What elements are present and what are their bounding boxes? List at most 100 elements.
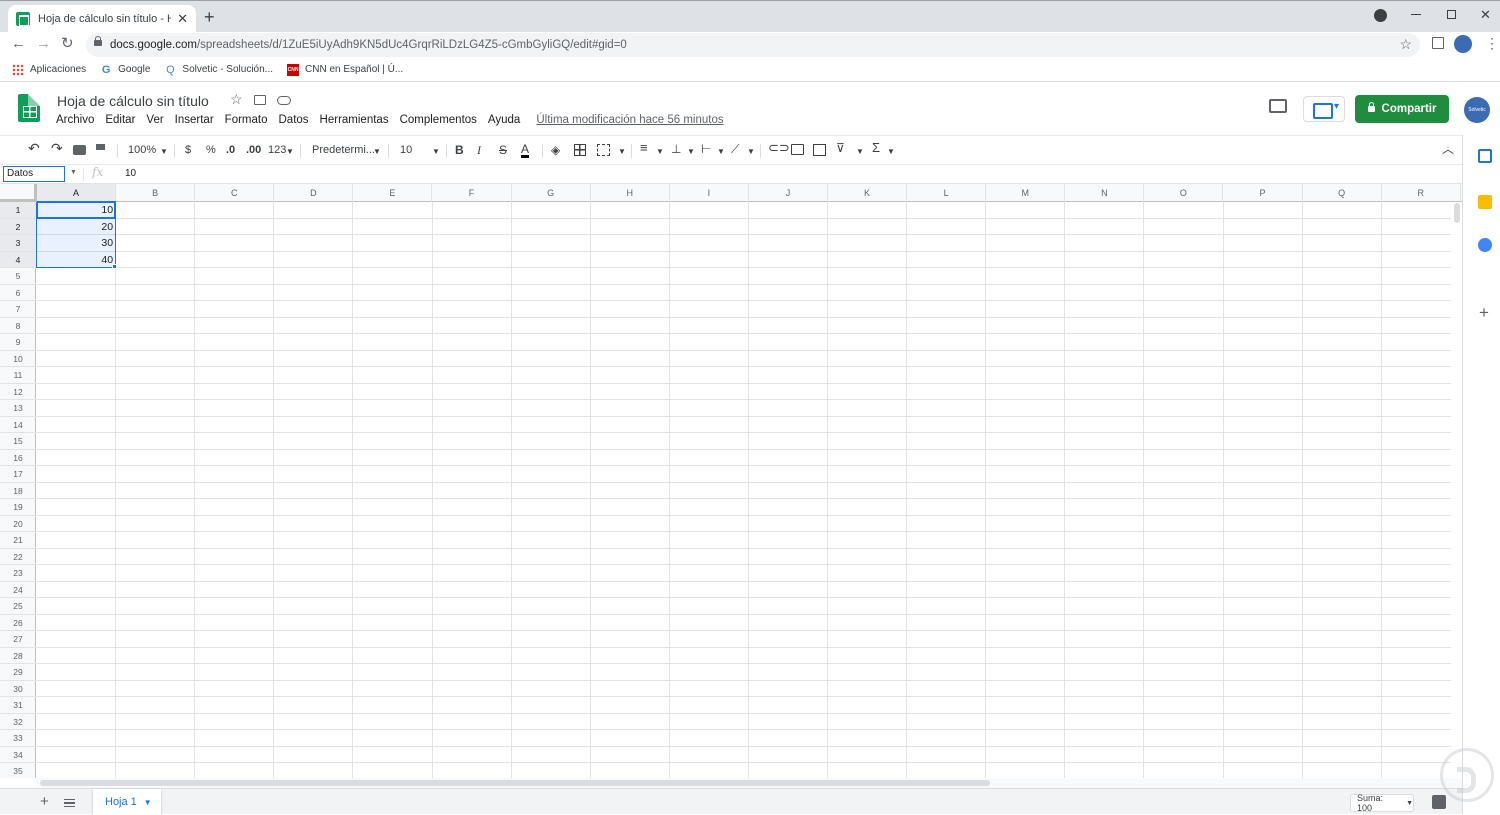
column-header-i[interactable]: I xyxy=(670,184,749,202)
row-header-4[interactable]: 4 xyxy=(0,251,36,268)
column-header-l[interactable]: L xyxy=(907,184,987,202)
row-header-28[interactable]: 28 xyxy=(0,648,36,664)
menu-ayuda[interactable]: Ayuda xyxy=(488,114,520,126)
row-header-33[interactable]: 33 xyxy=(0,730,36,747)
cell-a3[interactable]: 30 xyxy=(37,235,116,252)
strikethrough-button[interactable]: S xyxy=(499,143,507,157)
browser-tab[interactable]: Hoja de cálculo sin título - Hojas ✕ xyxy=(8,5,196,33)
row-header-17[interactable]: 17 xyxy=(0,466,36,483)
star-icon[interactable]: ☆ xyxy=(230,91,243,108)
formula-input[interactable]: 10 xyxy=(125,168,136,179)
tab-close-icon[interactable]: ✕ xyxy=(177,11,188,27)
menu-ver[interactable]: Ver xyxy=(146,114,163,126)
wrap-dropdown-icon[interactable]: ▼ xyxy=(717,145,725,159)
row-header-8[interactable]: 8 xyxy=(0,318,36,334)
explore-icon[interactable] xyxy=(1432,795,1446,809)
row-header-10[interactable]: 10 xyxy=(0,351,36,367)
tasks-icon[interactable] xyxy=(1478,238,1492,252)
row-header-22[interactable]: 22 xyxy=(0,549,36,565)
valign-dropdown-icon[interactable]: ▼ xyxy=(687,145,695,159)
row-header-5[interactable]: 5 xyxy=(0,268,36,285)
column-header-o[interactable]: O xyxy=(1144,184,1224,202)
borders-icon[interactable] xyxy=(574,144,586,156)
insert-chart-icon[interactable] xyxy=(813,144,826,156)
row-header-21[interactable]: 21 xyxy=(0,532,36,549)
percent-format-button[interactable]: % xyxy=(206,143,216,157)
row-header-1[interactable]: 1 xyxy=(0,202,36,219)
row-header-34[interactable]: 34 xyxy=(0,747,36,763)
sheet-tab-dropdown-icon[interactable]: ▼ xyxy=(144,798,152,807)
column-header-g[interactable]: G xyxy=(512,184,591,202)
row-header-30[interactable]: 30 xyxy=(0,681,36,697)
insert-comment-icon[interactable] xyxy=(791,144,804,155)
text-wrap-icon[interactable]: ⊢ xyxy=(701,142,711,156)
row-header-24[interactable]: 24 xyxy=(0,582,36,598)
sheet-tab[interactable]: Hoja 1 ▼ xyxy=(93,789,161,815)
cell-a1[interactable]: 10 xyxy=(37,202,116,219)
row-header-23[interactable]: 23 xyxy=(0,565,36,582)
account-avatar[interactable]: Solvetic xyxy=(1464,97,1490,123)
row-header-13[interactable]: 13 xyxy=(0,400,36,417)
bookmark-solvetic[interactable]: Q Solvetic - Solución... xyxy=(164,64,273,76)
column-header-r[interactable]: R xyxy=(1382,184,1461,202)
row-header-25[interactable]: 25 xyxy=(0,598,36,615)
column-header-j[interactable]: J xyxy=(749,184,828,202)
bookmark-star-icon[interactable]: ☆ xyxy=(1399,36,1412,53)
minimize-icon[interactable] xyxy=(1411,14,1421,15)
redo-icon[interactable]: ↷ xyxy=(51,141,63,155)
row-header-16[interactable]: 16 xyxy=(0,450,36,466)
back-arrow-icon[interactable]: ← xyxy=(11,36,26,52)
functions-dropdown-icon[interactable]: ▼ xyxy=(887,145,895,159)
column-header-p[interactable]: P xyxy=(1224,184,1303,202)
filter-icon[interactable]: ⊽ xyxy=(836,141,845,155)
add-sheet-icon[interactable]: + xyxy=(40,793,49,810)
font-size-dropdown-icon[interactable]: ▼ xyxy=(432,145,440,159)
select-all-corner[interactable] xyxy=(0,184,37,202)
row-header-12[interactable]: 12 xyxy=(0,384,36,400)
font-dropdown-icon[interactable]: ▼ xyxy=(373,145,381,159)
menu-formato[interactable]: Formato xyxy=(225,114,268,126)
menu-complementos[interactable]: Complementos xyxy=(400,114,477,126)
column-header-b[interactable]: B xyxy=(116,184,196,202)
horizontal-scrollbar[interactable] xyxy=(36,778,1462,788)
column-header-f[interactable]: F xyxy=(433,184,512,202)
fill-handle[interactable] xyxy=(112,264,118,269)
rotation-dropdown-icon[interactable]: ▼ xyxy=(747,145,755,159)
column-header-q[interactable]: Q xyxy=(1303,184,1382,202)
font-select[interactable]: Predetermi... xyxy=(312,143,375,157)
keep-icon[interactable] xyxy=(1478,195,1492,209)
column-header-k[interactable]: K xyxy=(828,184,908,202)
zoom-select[interactable]: 100% xyxy=(128,143,156,157)
spreadsheet-grid[interactable]: ABCDEFGHIJKLMNOPQR 1 2 3 4 5 6 7 8 9 10 11 12 13 14 15… xyxy=(0,184,1462,778)
get-addons-icon[interactable]: + xyxy=(1479,303,1489,323)
reload-icon[interactable]: ↻ xyxy=(61,36,74,52)
vertical-scroll-thumb[interactable] xyxy=(1454,203,1460,223)
profile-avatar-icon[interactable] xyxy=(1454,35,1472,53)
zoom-dropdown-icon[interactable]: ▼ xyxy=(160,145,168,159)
sum-dropdown-icon[interactable]: ▼ xyxy=(1406,800,1413,807)
vertical-scrollbar[interactable] xyxy=(1452,203,1462,778)
undo-icon[interactable]: ↶ xyxy=(28,141,40,155)
text-rotation-icon[interactable]: ⟋ xyxy=(731,142,739,156)
horizontal-scroll-thumb[interactable] xyxy=(40,780,990,786)
row-header-19[interactable]: 19 xyxy=(0,499,36,516)
chrome-menu-icon[interactable]: ⋮ xyxy=(1485,35,1499,51)
document-title[interactable]: Hoja de cálculo sin título xyxy=(57,93,209,109)
halign-dropdown-icon[interactable]: ▼ xyxy=(656,145,664,159)
merge-dropdown-icon[interactable]: ▼ xyxy=(618,145,626,159)
menu-archivo[interactable]: Archivo xyxy=(56,114,94,126)
print-icon[interactable] xyxy=(73,145,86,155)
all-sheets-icon[interactable] xyxy=(64,799,75,807)
insert-link-icon[interactable]: ⊂⊃ xyxy=(768,141,790,155)
filter-dropdown-icon[interactable]: ▼ xyxy=(856,145,864,159)
profile-menu-icon[interactable] xyxy=(1374,9,1387,22)
calendar-icon[interactable] xyxy=(1478,149,1492,163)
row-header-32[interactable]: 32 xyxy=(0,714,36,730)
row-header-3[interactable]: 3 xyxy=(0,235,36,252)
column-header-a[interactable]: A xyxy=(37,184,117,202)
row-header-11[interactable]: 11 xyxy=(0,367,36,384)
last-modified-link[interactable]: Última modificación hace 56 minutos xyxy=(536,114,723,126)
paint-format-icon[interactable] xyxy=(96,144,105,150)
new-tab-button[interactable]: + xyxy=(204,7,215,27)
currency-format-button[interactable]: $ xyxy=(185,143,191,157)
